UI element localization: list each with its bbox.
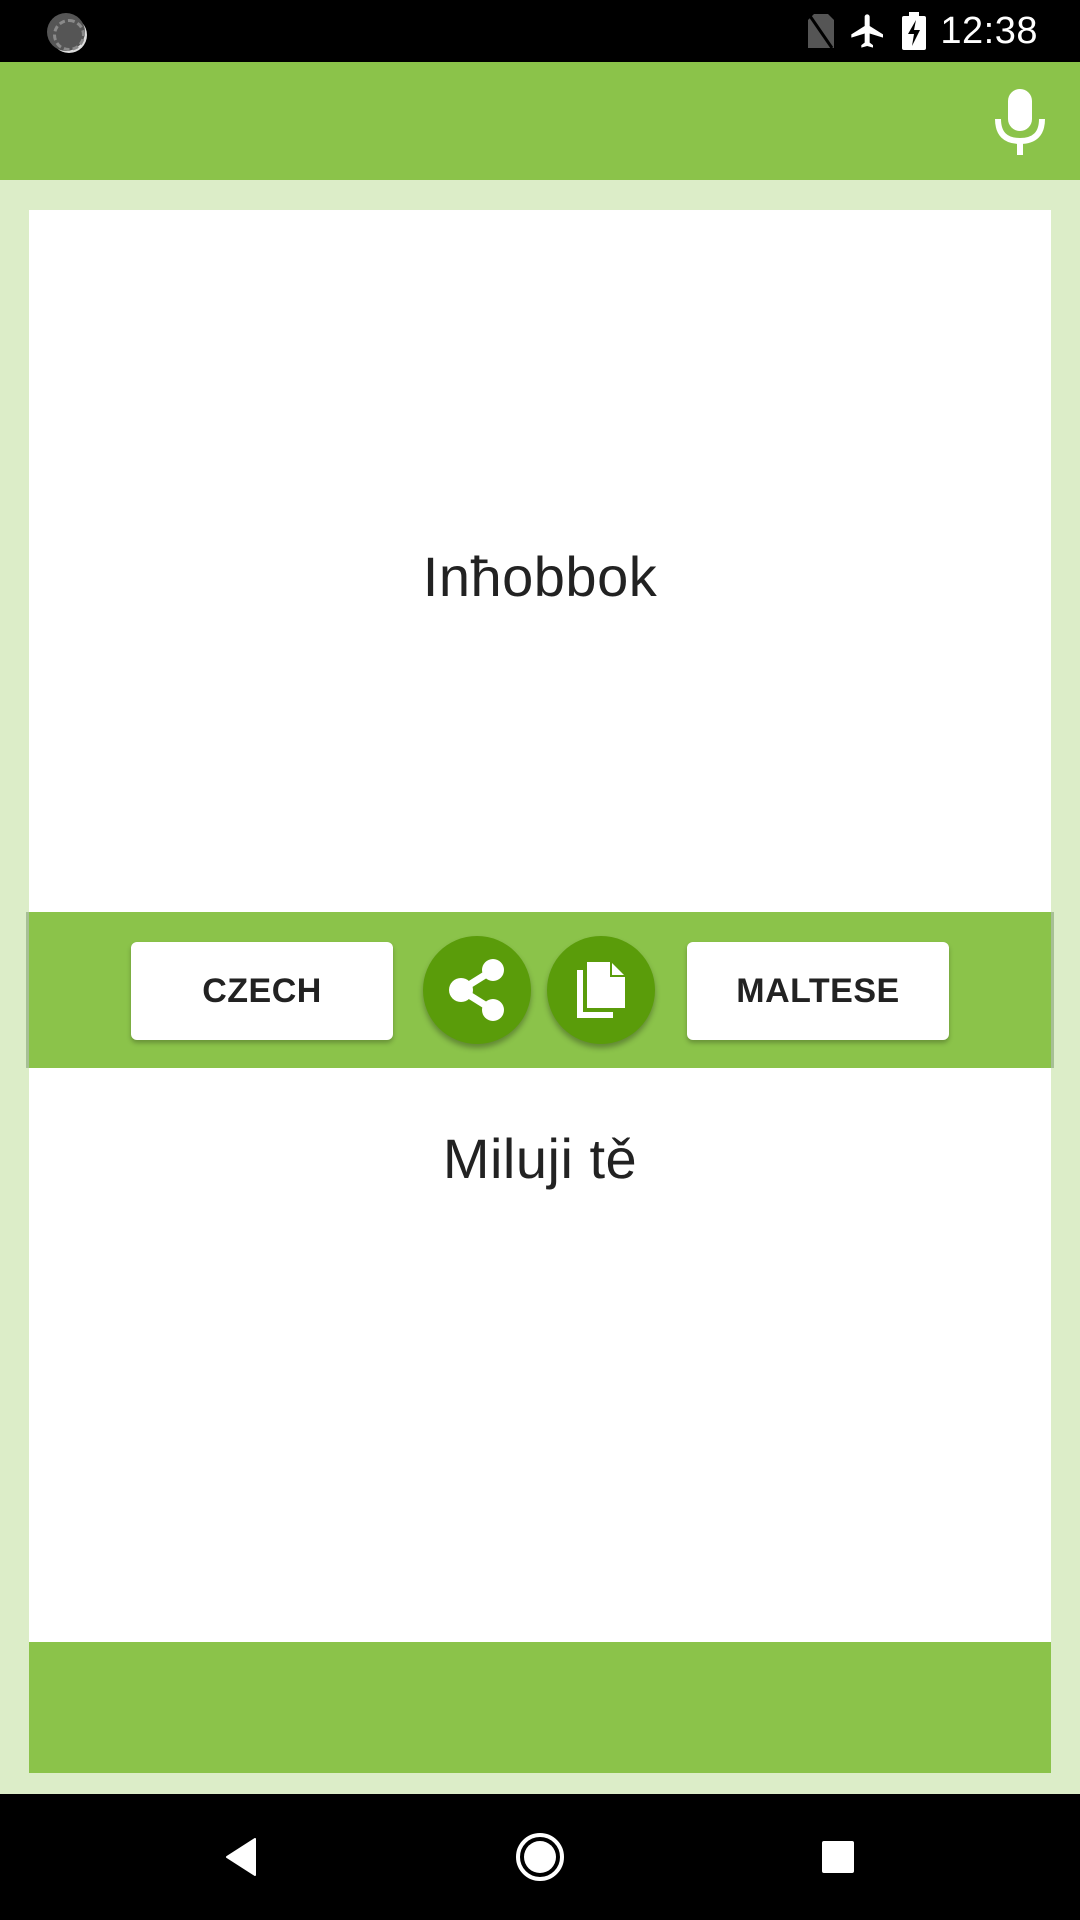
translated-text: Miluji tě — [442, 1127, 638, 1190]
no-sim-icon — [808, 14, 835, 48]
microphone-icon — [995, 89, 1045, 155]
status-bar: 12:38 — [0, 0, 1080, 62]
navigation-bar — [0, 1794, 1080, 1920]
share-icon — [449, 959, 504, 1021]
recents-button[interactable] — [805, 1824, 871, 1890]
recents-icon — [822, 1841, 854, 1873]
airplane-mode-icon — [851, 14, 884, 48]
clock: 12:38 — [940, 9, 1038, 52]
right-language-button[interactable]: MALTESE — [687, 942, 949, 1040]
translated-text-panel[interactable]: Miluji tě — [29, 1068, 1051, 1642]
home-icon — [516, 1833, 564, 1881]
back-button[interactable] — [208, 1824, 274, 1890]
app-bar — [0, 62, 1080, 180]
source-text: Inħobbok — [422, 545, 658, 608]
microphone-button[interactable] — [984, 86, 1056, 158]
source-text-panel[interactable]: Inħobbok — [29, 210, 1051, 913]
loading-icon — [47, 13, 85, 51]
copy-button[interactable] — [547, 936, 655, 1044]
language-controls-bar: CZECH MALTESE — [26, 912, 1054, 1068]
left-language-button[interactable]: CZECH — [131, 942, 393, 1040]
battery-charging-icon — [902, 12, 927, 50]
share-button[interactable] — [423, 936, 531, 1044]
back-icon — [226, 1838, 256, 1876]
home-button[interactable] — [507, 1824, 573, 1890]
ad-banner[interactable] — [29, 1642, 1051, 1773]
copy-icon — [577, 962, 625, 1018]
